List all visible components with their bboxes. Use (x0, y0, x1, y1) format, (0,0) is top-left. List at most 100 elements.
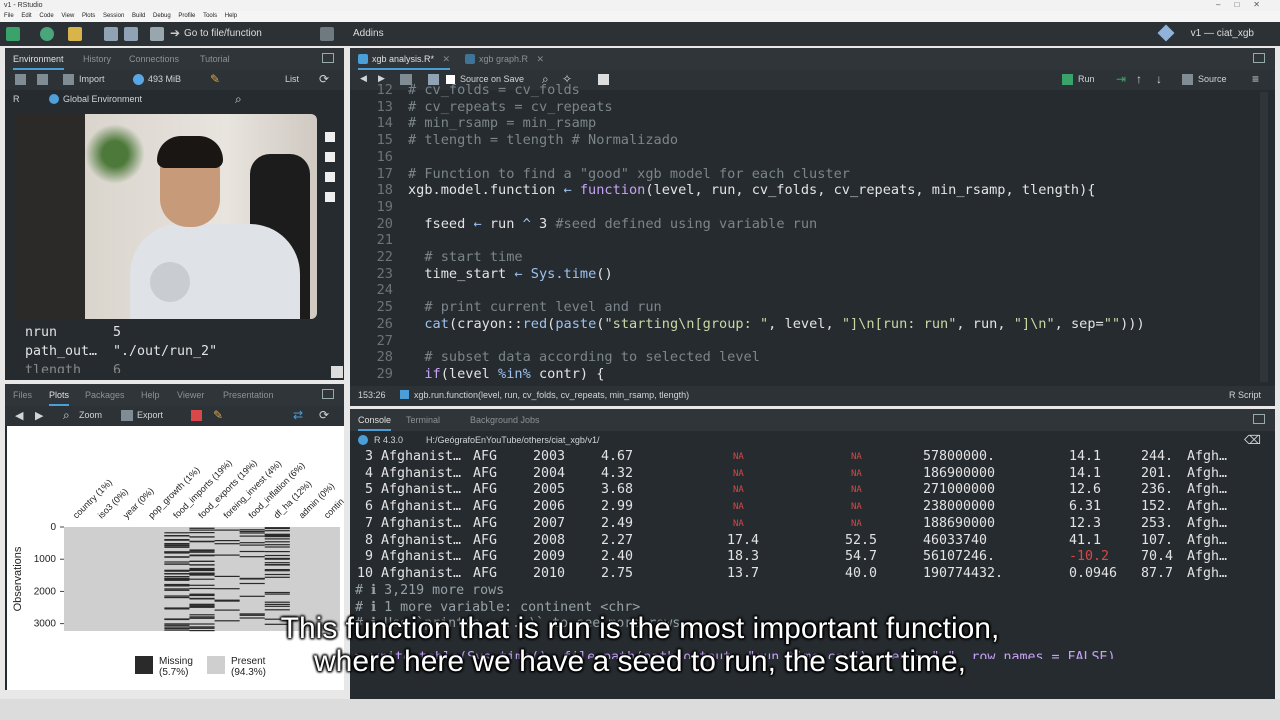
language-select[interactable]: R (13, 94, 20, 104)
missing-stripe (164, 573, 190, 575)
cell-d: 41.1 (1069, 532, 1102, 548)
tab-terminal[interactable]: Terminal (406, 409, 440, 431)
env-tabbar: Environment History Connections Tutorial (5, 48, 344, 70)
missing-stripe (164, 535, 190, 537)
export-button[interactable]: Export (137, 410, 163, 420)
menu-help[interactable]: Help (225, 13, 237, 19)
tab-plots[interactable]: Plots (49, 384, 70, 406)
memory-usage[interactable]: 493 MiB (148, 74, 181, 84)
editor-tabbar: xgb analysis.R* ✕ xgb graph.R ✕ (350, 48, 1275, 70)
main-toolbar: ➔ Go to file/function Addins v1 — ciat_x… (0, 22, 1280, 46)
menu-debug[interactable]: Debug (153, 13, 171, 19)
scope-select[interactable]: Global Environment (63, 94, 142, 104)
new-project-icon[interactable] (40, 27, 54, 41)
menu-edit[interactable]: Edit (21, 13, 31, 19)
menu-build[interactable]: Build (132, 13, 145, 19)
tab-xgb-graph[interactable]: xgb graph.R ✕ (465, 48, 544, 70)
tab-connections[interactable]: Connections (129, 48, 179, 70)
missing-stripe (264, 564, 290, 566)
missing-stripe (189, 551, 215, 553)
forward-arrow-icon[interactable]: ▶ (35, 409, 43, 422)
publish-icon[interactable]: ⇄ (293, 408, 303, 422)
tab-files[interactable]: Files (13, 384, 32, 406)
cell-a: 18.3 (727, 549, 760, 565)
goto-arrow-icon: ➔ (170, 26, 181, 40)
code-area[interactable]: 12 # cv_folds = cv_folds 13 # cv_repeats =… (350, 82, 1260, 386)
import-button[interactable]: Import (79, 74, 105, 84)
goto-file-button[interactable]: Go to file/function (184, 26, 262, 42)
missing-stripe (189, 532, 215, 534)
window-controls[interactable]: –□✕ (1216, 0, 1274, 11)
menu-session[interactable]: Session (103, 13, 124, 19)
cell-y: 2007 (533, 515, 566, 531)
project-menu[interactable]: v1 — ciat_xgb (1191, 26, 1254, 42)
menu-plots[interactable]: Plots (82, 13, 95, 19)
broom-icon[interactable]: ✎ (210, 72, 220, 86)
editor-scrollbar[interactable] (1260, 92, 1268, 382)
menu-tools[interactable]: Tools (203, 13, 217, 19)
menu-file[interactable]: File (4, 13, 14, 19)
missing-stripe (164, 596, 190, 599)
tab-viewer[interactable]: Viewer (177, 384, 204, 406)
maximize-icon[interactable] (322, 53, 334, 63)
tab-packages[interactable]: Packages (85, 384, 125, 406)
function-navigator[interactable]: xgb.run.function(level, run, cv_folds, c… (414, 390, 689, 400)
missing-stripe (264, 527, 290, 530)
file-type[interactable]: R Script (1229, 390, 1261, 400)
tab-help[interactable]: Help (141, 384, 160, 406)
tab-xgb-analysis[interactable]: xgb analysis.R* ✕ (358, 48, 451, 70)
close-icon[interactable]: ✕ (537, 54, 545, 64)
close-icon[interactable]: ✕ (443, 54, 451, 64)
missing-stripe (189, 606, 215, 608)
cell-p: 186900000 (923, 465, 996, 481)
tab-environment[interactable]: Environment (13, 48, 64, 70)
addins-menu[interactable]: Addins (353, 26, 384, 42)
menu-profile[interactable]: Profile (178, 13, 195, 19)
cell-i: 8 (364, 532, 373, 548)
cell-y: 2006 (533, 499, 566, 515)
menu-view[interactable]: View (61, 13, 74, 19)
cell-e: 152. (1141, 499, 1174, 515)
missing-stripe (264, 593, 290, 595)
search-icon[interactable]: ⌕ (235, 92, 242, 107)
list-view-button[interactable]: List (285, 74, 299, 84)
tab-background-jobs[interactable]: Background Jobs (470, 409, 540, 431)
grid-layout-icon[interactable] (320, 27, 334, 41)
maximize-icon[interactable] (322, 389, 334, 399)
missing-stripe (214, 588, 240, 590)
missing-stripe (264, 546, 290, 548)
save-workspace-icon[interactable] (37, 74, 48, 85)
missing-stripe (189, 554, 215, 556)
refresh-icon[interactable]: ⟳ (319, 408, 329, 422)
new-file-icon[interactable] (6, 27, 20, 41)
cell-e: 87.7 (1141, 565, 1174, 581)
save-icon[interactable] (104, 27, 118, 41)
load-workspace-icon[interactable] (15, 74, 26, 85)
cell-y: 2009 (533, 549, 566, 565)
editor-pane: xgb analysis.R* ✕ xgb graph.R ✕ ◀ ▶ Sour… (350, 48, 1275, 406)
back-arrow-icon[interactable]: ◀ (15, 409, 23, 422)
tab-history[interactable]: History (83, 48, 111, 70)
working-directory[interactable]: H:/GeógrafoEnYouTube/others/ciat_xgb/v1/ (426, 431, 599, 449)
missing-stripe (164, 544, 190, 546)
cell-p: 56107246. (923, 549, 996, 565)
env-var-row[interactable]: nrun 5 (25, 323, 325, 342)
menu-code[interactable]: Code (39, 13, 53, 19)
zoom-button[interactable]: Zoom (79, 410, 102, 420)
save-all-icon[interactable] (124, 27, 138, 41)
cell-i: 3 (364, 449, 373, 464)
env-var-row[interactable]: tlength 6 (25, 361, 325, 373)
open-file-icon[interactable] (68, 27, 82, 41)
broom-icon[interactable]: ✎ (213, 408, 223, 422)
refresh-icon[interactable]: ⟳ (319, 72, 329, 86)
clear-console-icon[interactable]: ⌫ (1244, 431, 1261, 449)
maximize-icon[interactable] (1253, 414, 1265, 424)
maximize-icon[interactable] (1253, 53, 1265, 63)
tab-tutorial[interactable]: Tutorial (200, 48, 230, 70)
export-icon (121, 410, 133, 421)
env-var-row[interactable]: path_out… "./out/run_2" (25, 342, 325, 361)
tab-console[interactable]: Console (358, 409, 392, 431)
print-icon[interactable] (150, 27, 164, 41)
remove-plot-icon[interactable] (191, 410, 202, 421)
tab-presentation[interactable]: Presentation (223, 384, 274, 406)
